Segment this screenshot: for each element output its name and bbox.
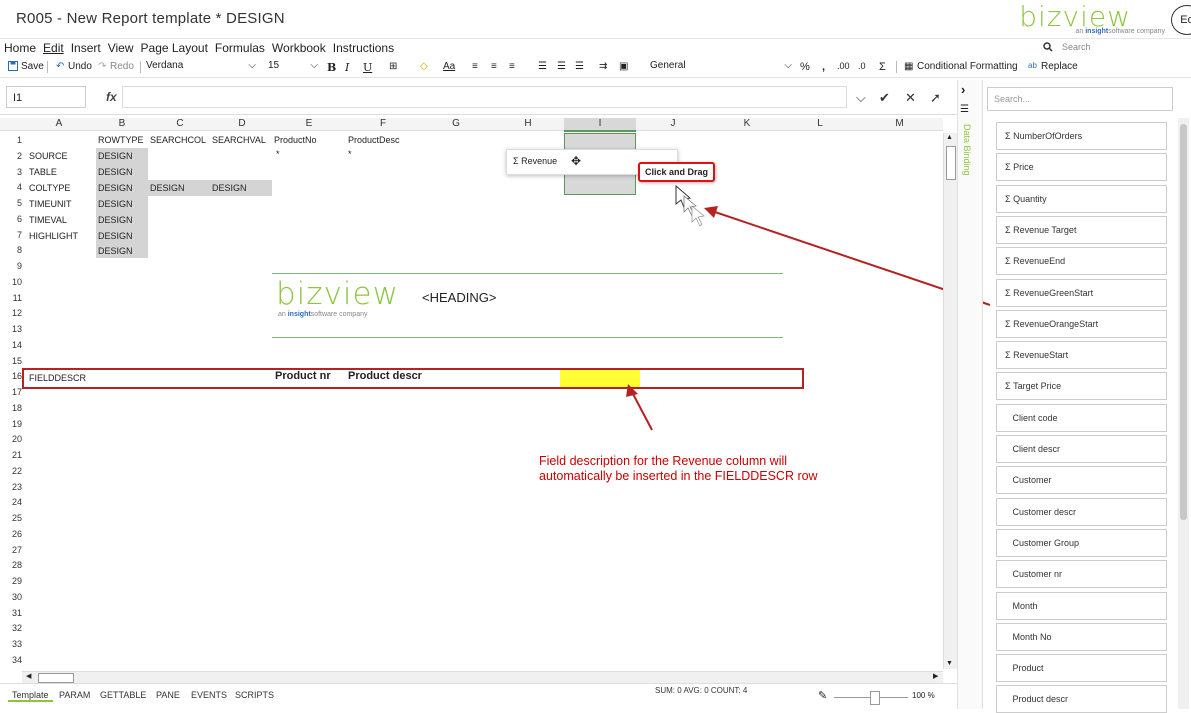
field-item[interactable]: Customer Group (996, 528, 1167, 557)
data-binding-tab[interactable]: Data Binding (962, 124, 972, 176)
cursor-trail-icon (691, 205, 705, 227)
scroll-up-icon[interactable]: ▲ (946, 134, 953, 141)
field-item[interactable]: Client code (996, 403, 1167, 432)
field-item[interactable]: Customer descr (996, 497, 1167, 526)
chevron-right-icon[interactable]: › (961, 82, 965, 97)
field-item[interactable]: Client descr (996, 435, 1167, 463)
zoom-slider-thumb[interactable] (870, 691, 880, 705)
field-item[interactable]: Σ NumberOfOrders (996, 122, 1167, 150)
sheet-tab-template[interactable]: Template (8, 690, 53, 702)
field-search-input[interactable]: Search... (987, 87, 1173, 111)
field-item[interactable]: Σ Revenue Target (996, 215, 1167, 244)
sheet-tab-gettable[interactable]: GETTABLE (96, 690, 150, 700)
field-item[interactable]: Σ RevenueStart (996, 341, 1167, 370)
field-item[interactable]: Σ RevenueGreenStart (996, 278, 1167, 307)
scroll-left-icon[interactable]: ◀ (26, 672, 31, 680)
panel-scrollbar-thumb[interactable] (1180, 124, 1187, 520)
field-item[interactable]: Month No (996, 622, 1167, 651)
zoom-level: 100 % (912, 691, 935, 700)
field-item[interactable]: Product (996, 654, 1167, 683)
arrow-to-fielddescr (631, 391, 653, 431)
vertical-scrollbar[interactable] (943, 133, 958, 669)
sheet-tab-scripts[interactable]: SCRIPTS (231, 690, 278, 700)
sheet-tab-events[interactable]: EVENTS (187, 690, 231, 700)
field-item[interactable]: Σ Price (996, 153, 1167, 182)
field-item[interactable]: Σ RevenueOrangeStart (996, 309, 1167, 338)
field-item[interactable]: Σ RevenueEnd (996, 247, 1167, 276)
vertical-scrollbar-thumb[interactable] (946, 146, 956, 180)
horizontal-scrollbar-thumb[interactable] (38, 673, 74, 683)
field-item[interactable]: Σ Target Price (996, 372, 1167, 401)
arrowhead-icon (626, 384, 638, 397)
status-summary: SUM: 0 AVG: 0 COUNT: 4 (655, 686, 748, 695)
field-item[interactable]: Customer nr (996, 560, 1167, 589)
field-item[interactable]: Σ Quantity (996, 184, 1167, 213)
arrowhead-icon (704, 206, 718, 218)
sheet-tab-param[interactable]: PARAM (55, 690, 94, 700)
list-filter-icon[interactable]: ☰ (960, 104, 969, 115)
pen-icon[interactable]: ✎ (818, 689, 827, 702)
scroll-down-icon[interactable]: ▼ (946, 660, 953, 667)
annotation-text: Field description for the Revenue column… (539, 454, 818, 483)
scroll-right-icon[interactable]: ▶ (933, 672, 938, 680)
field-item[interactable]: Customer (996, 466, 1167, 495)
field-item[interactable]: Month (996, 591, 1167, 620)
sheet-tab-pane[interactable]: PANE (152, 690, 184, 700)
